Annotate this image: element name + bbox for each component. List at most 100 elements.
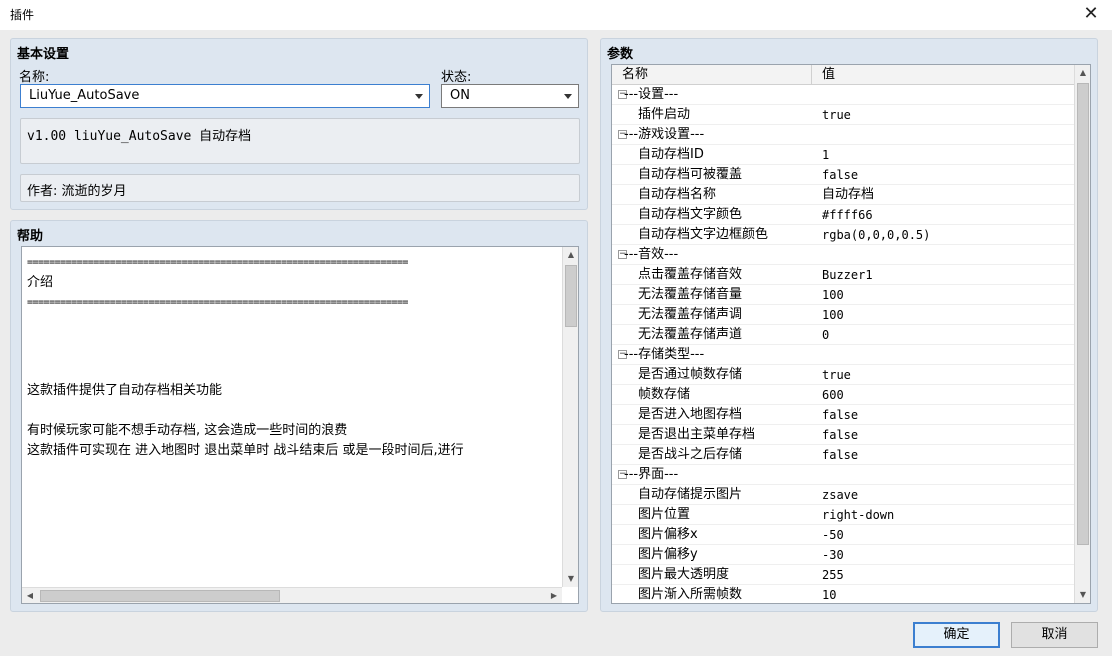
parameter-name: 无法覆盖存储音量 [638, 287, 743, 302]
parameter-value: 10 [822, 588, 837, 602]
parameter-name: 图片偏移x [638, 527, 698, 542]
parameter-value: true [822, 108, 851, 122]
ok-button[interactable]: 确定 [913, 622, 1000, 648]
parameter-row[interactable]: 无法覆盖存储声道 0 [612, 325, 1074, 345]
help-vertical-scrollbar[interactable]: ▲ ▼ [562, 247, 578, 587]
parameter-row[interactable]: 是否通过帧数存储 true [612, 365, 1074, 385]
parameter-value: zsave [822, 488, 859, 502]
basic-settings-title: 基本设置 [17, 47, 70, 62]
parameter-row[interactable]: 图片位置 right-down [612, 505, 1074, 525]
scroll-up-icon[interactable]: ▲ [1075, 65, 1090, 81]
parameter-row[interactable]: 无法覆盖存储声调 100 [612, 305, 1074, 325]
chevron-down-icon [415, 94, 423, 99]
parameter-row[interactable]: 自动存档文字颜色 #ffff66 [612, 205, 1074, 225]
scroll-up-icon[interactable]: ▲ [563, 247, 578, 263]
parameter-group-row[interactable]: − ---界面--- [612, 465, 1074, 485]
help-line: ========================================… [27, 297, 408, 308]
parameters-vscroll-thumb[interactable] [1077, 83, 1089, 545]
parameter-row[interactable]: 图片最大透明度 255 [612, 565, 1074, 585]
parameter-name: 无法覆盖存储声调 [638, 307, 743, 322]
name-label: 名称: [19, 70, 50, 85]
help-vscroll-thumb[interactable] [565, 265, 577, 327]
chevron-down-icon [564, 94, 572, 99]
close-icon[interactable]: ✕ [1076, 2, 1106, 28]
help-group: 帮助 =====================================… [10, 220, 588, 612]
status-label: 状态: [441, 70, 472, 85]
parameter-row[interactable]: 无法覆盖存储音量 100 [612, 285, 1074, 305]
parameter-name: 自动存档文字颜色 [638, 207, 743, 222]
parameter-row[interactable]: 自动存档可被覆盖 false [612, 165, 1074, 185]
parameter-row[interactable]: 帧数存储 600 [612, 385, 1074, 405]
column-header-value[interactable]: 值 [812, 65, 1074, 85]
parameter-row[interactable]: 点击覆盖存储音效 Buzzer1 [612, 265, 1074, 285]
parameter-row[interactable]: 自动存档名称 自动存档 [612, 185, 1074, 205]
parameters-grid[interactable]: 名称 值 − ---设置--- 插件启动 true − ---游戏设置--- 自动存档ID 1… [611, 64, 1091, 604]
parameter-row[interactable]: 是否退出主菜单存档 false [612, 425, 1074, 445]
parameter-name: 自动存档ID [638, 147, 704, 162]
parameter-group-row[interactable]: − ---设置--- [612, 85, 1074, 105]
help-line: 有时候玩家可能不想手动存档, 这会造成一些时间的浪费 [27, 423, 348, 438]
parameter-name: 是否通过帧数存储 [638, 367, 743, 382]
parameter-row[interactable]: 图片偏移y -30 [612, 545, 1074, 565]
parameter-row[interactable]: 图片渐入所需帧数 10 [612, 585, 1074, 603]
parameter-row[interactable]: 自动存档文字边框颜色 rgba(0,0,0,0.5) [612, 225, 1074, 245]
parameter-name: 点击覆盖存储音效 [638, 267, 743, 282]
parameter-group-row[interactable]: − ---音效--- [612, 245, 1074, 265]
parameter-value: false [822, 168, 859, 182]
help-horizontal-scrollbar[interactable]: ◀ ▶ [22, 587, 562, 603]
dialog-client: 基本设置 名称: LiuYue_AutoSave 状态: ON v1.00 li… [0, 30, 1112, 656]
column-header-name[interactable]: 名称 [612, 65, 812, 85]
plugin-author: 作者: 流逝的岁月 [27, 184, 127, 199]
parameter-value: 600 [822, 388, 844, 402]
help-line [27, 313, 563, 333]
parameter-value: Buzzer1 [822, 268, 873, 282]
parameter-value: -30 [822, 548, 844, 562]
help-hscroll-thumb[interactable] [40, 590, 280, 602]
parameter-row[interactable]: 插件启动 true [612, 105, 1074, 125]
parameter-row[interactable]: 是否进入地图存档 false [612, 405, 1074, 425]
parameter-row[interactable]: 自动存档ID 1 [612, 145, 1074, 165]
help-textarea[interactable]: ========================================… [21, 246, 579, 604]
status-select[interactable]: ON [441, 84, 579, 108]
parameter-name: 插件启动 [638, 107, 691, 122]
help-line: 这款插件可实现在 进入地图时 退出菜单时 战斗结束后 或是一段时间后,进行 [27, 443, 464, 458]
parameter-row[interactable]: 图片偏移x -50 [612, 525, 1074, 545]
help-line: 这款插件提供了自动存档相关功能 [27, 383, 223, 398]
grid-header: 名称 值 [612, 65, 1074, 85]
parameter-value: #ffff66 [822, 208, 873, 222]
window-titlebar: 插件 ✕ [0, 0, 1112, 30]
parameter-name: 自动存档可被覆盖 [638, 167, 743, 182]
parameter-value: 255 [822, 568, 844, 582]
parameter-row[interactable]: 是否战斗之后存储 false [612, 445, 1074, 465]
parameter-name: 帧数存储 [638, 387, 691, 402]
parameters-vertical-scrollbar[interactable]: ▲ ▼ [1074, 65, 1090, 603]
parameter-value: false [822, 428, 859, 442]
scroll-right-icon[interactable]: ▶ [546, 588, 562, 603]
parameter-name: ---存储类型--- [624, 347, 705, 362]
scroll-down-icon[interactable]: ▼ [563, 571, 578, 587]
parameter-group-row[interactable]: − ---游戏设置--- [612, 125, 1074, 145]
help-line: ========================================… [27, 257, 408, 268]
parameter-name: ---音效--- [624, 247, 679, 262]
scroll-down-icon[interactable]: ▼ [1075, 587, 1090, 603]
parameter-group-row[interactable]: − ---存储类型--- [612, 345, 1074, 365]
parameter-name: ---游戏设置--- [624, 127, 705, 142]
plugin-name-select[interactable]: LiuYue_AutoSave [20, 84, 430, 108]
parameter-value: false [822, 408, 859, 422]
parameter-name: 图片最大透明度 [638, 567, 730, 582]
parameter-value: 自动存档 [822, 187, 875, 202]
parameter-name: 图片位置 [638, 507, 691, 522]
parameter-value: 100 [822, 288, 844, 302]
help-line [27, 353, 563, 373]
parameter-name: 是否战斗之后存储 [638, 447, 743, 462]
parameter-row[interactable]: 自动存储提示图片 zsave [612, 485, 1074, 505]
cancel-button[interactable]: 取消 [1011, 622, 1098, 648]
help-line: 介绍 [27, 275, 54, 290]
plugin-description-box: v1.00 liuYue_AutoSave 自动存档 [20, 118, 580, 164]
help-title: 帮助 [17, 229, 44, 244]
help-line [27, 401, 563, 421]
plugin-name-value: LiuYue_AutoSave [29, 88, 140, 103]
parameter-name: 自动存档文字边框颜色 [638, 227, 769, 242]
scroll-left-icon[interactable]: ◀ [22, 588, 38, 603]
parameter-name: 自动存储提示图片 [638, 487, 743, 502]
